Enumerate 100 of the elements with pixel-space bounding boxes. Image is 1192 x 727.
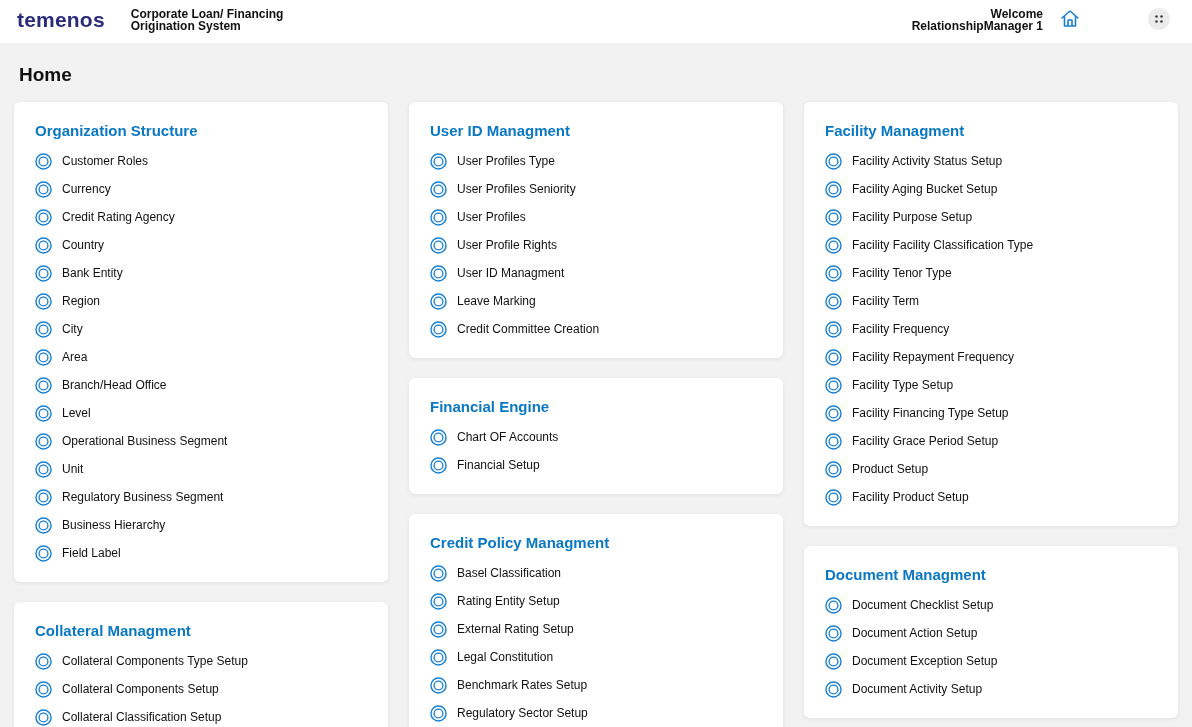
concentric-circle-icon [35, 264, 52, 282]
concentric-circle-icon [430, 152, 447, 170]
concentric-circle-icon [825, 152, 842, 170]
menu-link[interactable]: Regulatory Business Segment [62, 490, 224, 504]
app-title: Corporate Loan/ Financing Origination System [130, 7, 285, 32]
menu-link[interactable]: Facility Product Setup [852, 490, 969, 504]
menu-link[interactable]: Chart OF Accounts [457, 430, 559, 444]
menu-link[interactable]: External Rating Setup [457, 622, 574, 636]
concentric-circle-icon [35, 292, 52, 310]
menu-link[interactable]: Regulatory Sector Setup [457, 706, 588, 720]
concentric-circle-icon [430, 456, 447, 474]
concentric-circle-icon [35, 488, 52, 506]
menu-link[interactable]: User Profile Rights [457, 238, 558, 252]
concentric-circle-icon [35, 516, 52, 534]
four-dots-icon [1155, 15, 1163, 23]
concentric-circle-icon [825, 376, 842, 394]
card-title: User ID Managment [430, 121, 572, 141]
card-title: Financial Engine [430, 397, 551, 417]
menu-link[interactable]: Facility Facility Classification Type [852, 238, 1034, 252]
concentric-circle-icon [35, 404, 52, 422]
menu-link[interactable]: City [62, 322, 83, 336]
concentric-circle-icon [35, 236, 52, 254]
menu-link[interactable]: Field Label [62, 546, 121, 560]
concentric-circle-icon [35, 544, 52, 562]
concentric-circle-icon [825, 596, 842, 614]
concentric-circle-icon [35, 180, 52, 198]
menu-link[interactable]: Facility Aging Bucket Setup [852, 182, 998, 196]
concentric-circle-icon [825, 264, 842, 282]
menu-link[interactable]: Document Checklist Setup [852, 598, 994, 612]
page-title: Home [19, 64, 73, 87]
concentric-circle-icon [35, 208, 52, 226]
concentric-circle-icon [825, 680, 842, 698]
menu-link[interactable]: Unit [62, 462, 84, 476]
menu-link[interactable]: Credit Rating Agency [62, 210, 175, 224]
menu-link[interactable]: User Profiles Type [457, 154, 555, 168]
concentric-circle-icon [35, 320, 52, 338]
user-name: RelationshipManager 1 [911, 19, 1043, 32]
concentric-circle-icon [825, 180, 842, 198]
menu-link[interactable]: Product Setup [852, 462, 929, 476]
menu-link[interactable]: Facility Grace Period Setup [852, 434, 999, 448]
menu-link[interactable]: Facility Frequency [852, 322, 950, 336]
concentric-circle-icon [430, 236, 447, 254]
home-icon[interactable] [1060, 9, 1080, 29]
menu-link[interactable]: Basel Classification [457, 566, 562, 580]
menu-link[interactable]: Facility Term [852, 294, 920, 308]
concentric-circle-icon [430, 428, 447, 446]
menu-link[interactable]: Business Hierarchy [62, 518, 166, 532]
card-title: Credit Policy Managment [430, 533, 611, 553]
card-title: Organization Structure [35, 121, 199, 141]
menu-link[interactable]: Leave Marking [457, 294, 536, 308]
menu-link[interactable]: Country [62, 238, 105, 252]
menu-link[interactable]: Facility Activity Status Setup [852, 154, 1003, 168]
menu-link[interactable]: Customer Roles [62, 154, 149, 168]
concentric-circle-icon [430, 208, 447, 226]
welcome-label: Welcome [989, 7, 1043, 20]
concentric-circle-icon [35, 708, 52, 726]
menu-link[interactable]: Collateral Classification Setup [62, 710, 222, 724]
concentric-circle-icon [35, 680, 52, 698]
menu-link[interactable]: Region [62, 294, 101, 308]
concentric-circle-icon [825, 320, 842, 338]
menu-link[interactable]: Benchmark Rates Setup [457, 678, 588, 692]
menu-link[interactable]: Document Activity Setup [852, 682, 983, 696]
menu-link[interactable]: User Profiles Seniority [457, 182, 576, 196]
concentric-circle-icon [825, 432, 842, 450]
logo[interactable]: temenos [17, 7, 105, 32]
concentric-circle-icon [35, 460, 52, 478]
menu-link[interactable]: Credit Committee Creation [457, 322, 600, 336]
menu-link[interactable]: Financial Setup [457, 458, 540, 472]
menu-link[interactable]: Rating Entity Setup [457, 594, 560, 608]
menu-link[interactable]: Level [62, 406, 91, 420]
apps-menu-button[interactable] [1148, 8, 1170, 30]
menu-link[interactable]: Collateral Components Setup [62, 682, 219, 696]
concentric-circle-icon [825, 292, 842, 310]
concentric-circle-icon [430, 592, 447, 610]
menu-link[interactable]: Facility Financing Type Setup [852, 406, 1009, 420]
menu-link[interactable]: Area [62, 350, 88, 364]
concentric-circle-icon [430, 264, 447, 282]
menu-link[interactable]: Bank Entity [62, 266, 123, 280]
menu-link[interactable]: Facility Tenor Type [852, 266, 952, 280]
concentric-circle-icon [825, 348, 842, 366]
menu-link[interactable]: Document Exception Setup [852, 654, 998, 668]
menu-link[interactable]: Facility Type Setup [852, 378, 954, 392]
menu-link[interactable]: Facility Purpose Setup [852, 210, 973, 224]
concentric-circle-icon [430, 620, 447, 638]
menu-link[interactable]: Facility Repayment Frequency [852, 350, 1015, 364]
menu-link[interactable]: Branch/Head Office [62, 378, 167, 392]
menu-link[interactable]: Collateral Components Type Setup [62, 654, 248, 668]
concentric-circle-icon [35, 432, 52, 450]
card-title: Collateral Managment [35, 621, 192, 641]
concentric-circle-icon [430, 676, 447, 694]
concentric-circle-icon [825, 460, 842, 478]
menu-link[interactable]: Currency [62, 182, 111, 196]
menu-link[interactable]: Legal Constitution [457, 650, 554, 664]
concentric-circle-icon [35, 376, 52, 394]
menu-link[interactable]: Operational Business Segment [62, 434, 228, 448]
menu-link[interactable]: Document Action Setup [852, 626, 978, 640]
concentric-circle-icon [825, 208, 842, 226]
menu-link[interactable]: User Profiles [457, 210, 526, 224]
concentric-circle-icon [430, 704, 447, 722]
menu-link[interactable]: User ID Managment [457, 266, 565, 280]
